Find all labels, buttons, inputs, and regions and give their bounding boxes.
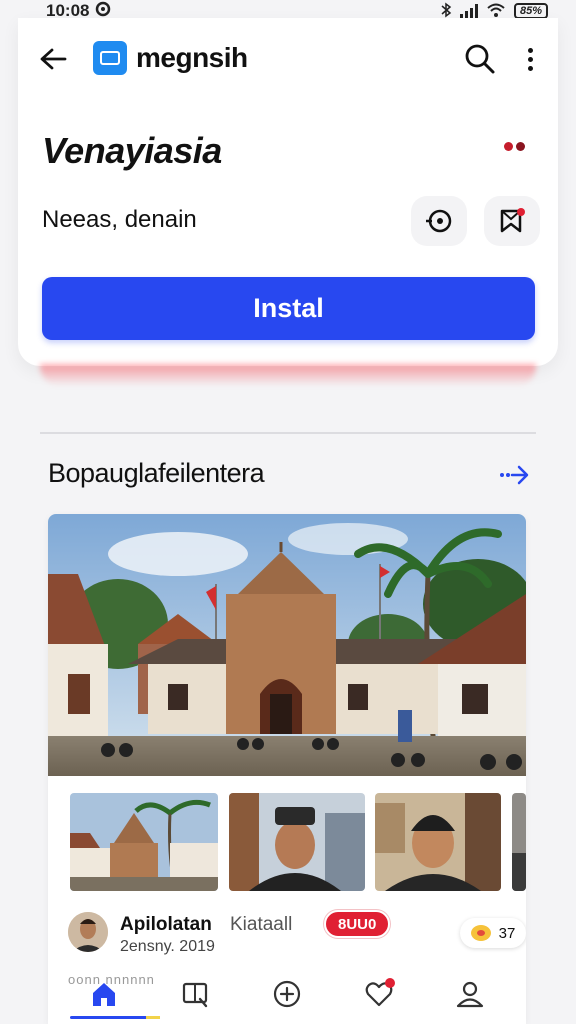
avatar[interactable]: [68, 912, 108, 952]
nav-home[interactable]: [84, 974, 124, 1014]
card-glow: [40, 364, 536, 386]
user-icon: [457, 981, 484, 1008]
thumbnail-item[interactable]: [70, 793, 218, 891]
search-icon: [465, 44, 495, 74]
bookmark-icon: [500, 208, 525, 233]
app-subtitle: Neeas, denain: [42, 206, 197, 233]
book-icon: [183, 982, 208, 1008]
app-title: Venayiasia: [42, 130, 222, 171]
preview-button[interactable]: [411, 196, 467, 246]
search-button[interactable]: [464, 43, 496, 75]
author-row[interactable]: Apilolatan Kiataall 8UU0 2ensny. 2019 37: [68, 910, 526, 958]
nav-browse[interactable]: [175, 974, 215, 1014]
status-badge: 8UU0: [324, 910, 391, 938]
back-button[interactable]: [38, 44, 68, 74]
reaction-button[interactable]: 37: [460, 918, 526, 948]
more-options-button[interactable]: [518, 43, 542, 75]
brand-name: megnsih: [136, 42, 248, 73]
nav-profile[interactable]: [450, 974, 490, 1014]
nav-add[interactable]: [267, 974, 307, 1014]
arrow-left-icon: [40, 48, 67, 70]
home-icon: [92, 983, 115, 1006]
battery-indicator: 85%: [513, 3, 548, 19]
more-dot: [527, 56, 533, 62]
app-bar: megnsih: [18, 24, 558, 94]
author-name[interactable]: Apilolatan: [120, 914, 212, 936]
section-title: Bopauglafeilentera: [48, 458, 265, 488]
signal-icon: [459, 4, 478, 18]
section-divider: [40, 432, 536, 434]
thumbnail-item[interactable]: [229, 793, 365, 891]
nav-favorites[interactable]: [359, 974, 399, 1014]
reaction-count: 37: [498, 924, 516, 942]
page-indicator: [504, 142, 525, 151]
nav-active-accent: [146, 1016, 160, 1019]
section-more-button[interactable]: [496, 460, 530, 490]
eye-icon: [426, 209, 452, 233]
save-button[interactable]: [484, 196, 540, 246]
reaction-emoji-icon: [470, 925, 491, 941]
logo-glyph: [100, 51, 120, 65]
plus-circle-icon: [273, 980, 301, 1008]
brand-logo: [93, 41, 127, 75]
thumbnail-item[interactable]: [375, 793, 501, 891]
install-button[interactable]: Instal: [42, 277, 535, 340]
bottom-nav: [48, 964, 526, 1024]
thumbnail-item[interactable]: [512, 793, 526, 891]
hero-image[interactable]: [48, 514, 526, 776]
more-vertical-icon: [527, 47, 533, 53]
post-date: 2ensny. 2019: [120, 938, 215, 955]
post-card[interactable]: Apilolatan Kiataall 8UU0 2ensny. 2019 37…: [48, 514, 526, 1024]
notification-dot: [384, 978, 395, 988]
arrow-right-icon: [500, 465, 529, 485]
more-dot: [527, 65, 533, 71]
author-handle: Kiataall: [230, 914, 293, 935]
thumbnail-strip[interactable]: [70, 793, 526, 891]
